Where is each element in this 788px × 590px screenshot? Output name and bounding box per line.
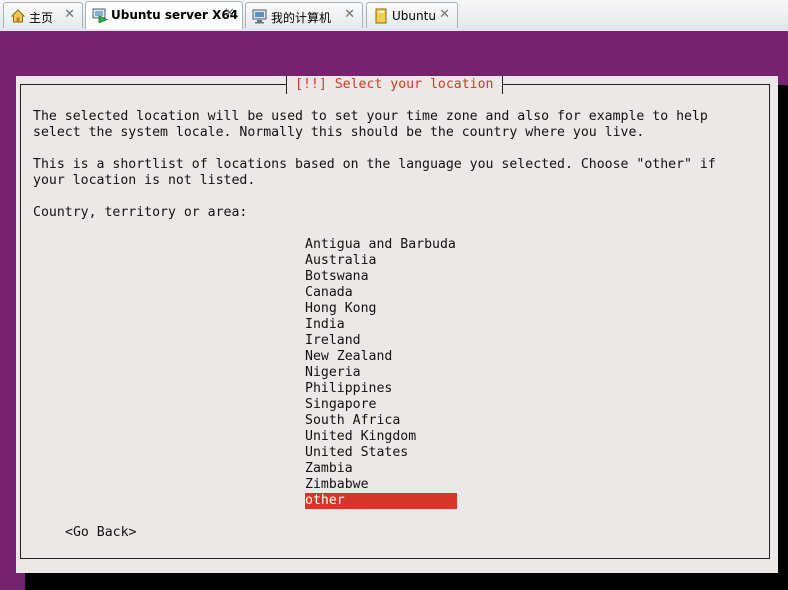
close-icon[interactable]: ✕: [344, 7, 355, 22]
tab-my-computer-label: 我的计算机: [271, 11, 332, 25]
installer-dialog: [!!] Select your location The selected l…: [16, 76, 778, 573]
vm-icon: [373, 8, 389, 24]
list-item[interactable]: Zambia: [305, 461, 457, 477]
home-icon: [10, 8, 26, 24]
list-item-selected[interactable]: other: [305, 493, 457, 509]
list-item[interactable]: India: [305, 317, 457, 333]
location-list[interactable]: Antigua and Barbuda Australia Botswana C…: [305, 237, 457, 509]
tab-home[interactable]: 主页 ✕: [3, 2, 83, 28]
description-line-1: The selected location will be used to se…: [33, 109, 708, 124]
tab-ubuntu-server-x64[interactable]: Ubuntu server X64 ✕: [85, 1, 243, 29]
dialog-title: [!!] Select your location: [286, 76, 503, 94]
close-icon[interactable]: ✕: [64, 7, 75, 22]
tab-ubuntu-server-x64-label: Ubuntu server X64: [111, 8, 239, 22]
tab-ubuntu[interactable]: Ubuntu ✕: [366, 2, 458, 28]
list-item[interactable]: New Zealand: [305, 349, 457, 365]
list-item[interactable]: United States: [305, 445, 457, 461]
tab-home-label: 主页: [29, 11, 54, 25]
computer-icon: [252, 8, 268, 24]
close-icon[interactable]: ✕: [439, 7, 450, 22]
shortlist-line-2: your location is not listed.: [33, 173, 256, 188]
shortlist-line-1: This is a shortlist of locations based o…: [33, 157, 716, 172]
list-item[interactable]: Botswana: [305, 269, 457, 285]
list-item[interactable]: Zimbabwe: [305, 477, 457, 493]
list-item[interactable]: United Kingdom: [305, 429, 457, 445]
list-item[interactable]: Hong Kong: [305, 301, 457, 317]
list-item[interactable]: Canada: [305, 285, 457, 301]
country-prompt: Country, territory or area:: [33, 205, 248, 220]
tab-bar: 主页 ✕ Ubuntu server X64 ✕ 我的计算机 ✕ Ubuntu …: [0, 0, 788, 32]
tab-ubuntu-label: Ubuntu: [392, 9, 436, 23]
list-item[interactable]: Antigua and Barbuda: [305, 237, 457, 253]
vm-power-icon: [92, 7, 108, 24]
list-item[interactable]: Australia: [305, 253, 457, 269]
list-item[interactable]: South Africa: [305, 413, 457, 429]
list-item[interactable]: Ireland: [305, 333, 457, 349]
tab-my-computer[interactable]: 我的计算机 ✕: [245, 2, 363, 28]
list-item[interactable]: Philippines: [305, 381, 457, 397]
list-item[interactable]: Nigeria: [305, 365, 457, 381]
go-back-button[interactable]: <Go Back>: [65, 525, 136, 541]
description-line-2: select the system locale. Normally this …: [33, 125, 645, 140]
close-icon[interactable]: ✕: [224, 6, 235, 21]
list-item[interactable]: Singapore: [305, 397, 457, 413]
